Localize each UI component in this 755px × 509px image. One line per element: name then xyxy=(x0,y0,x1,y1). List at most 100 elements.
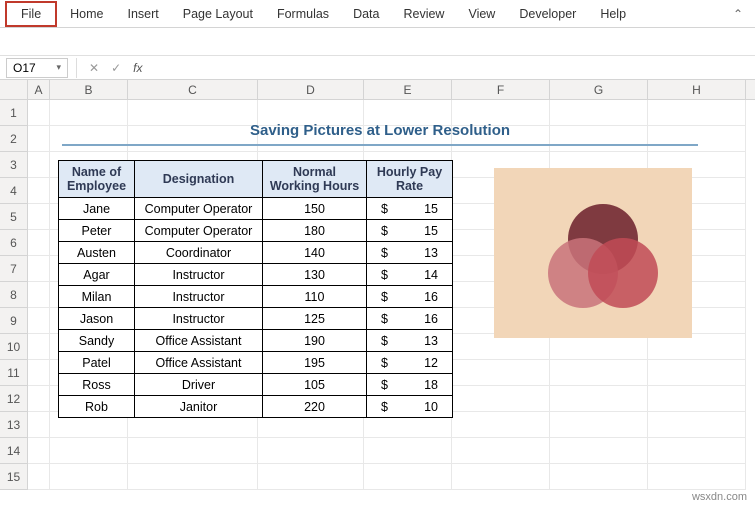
cell[interactable] xyxy=(648,386,746,412)
row-header[interactable]: 15 xyxy=(0,464,28,490)
cell-designation[interactable]: Driver xyxy=(135,374,263,396)
tab-review[interactable]: Review xyxy=(391,1,456,27)
cell[interactable] xyxy=(364,438,452,464)
cell-name[interactable]: Peter xyxy=(59,220,135,242)
cell[interactable] xyxy=(550,360,648,386)
header-name[interactable]: Name of Employee xyxy=(59,161,135,198)
cell[interactable] xyxy=(28,438,50,464)
tab-data[interactable]: Data xyxy=(341,1,391,27)
cell-name[interactable]: Sandy xyxy=(59,330,135,352)
tab-view[interactable]: View xyxy=(456,1,507,27)
cell-name[interactable]: Jason xyxy=(59,308,135,330)
row-header[interactable]: 12 xyxy=(0,386,28,412)
cell-name[interactable]: Patel xyxy=(59,352,135,374)
cell-name[interactable]: Jane xyxy=(59,198,135,220)
cell[interactable] xyxy=(258,438,364,464)
cell-hours[interactable]: 130 xyxy=(263,264,367,286)
cell[interactable] xyxy=(28,282,50,308)
cell[interactable] xyxy=(50,438,128,464)
cell[interactable] xyxy=(28,126,50,152)
cell[interactable] xyxy=(128,464,258,490)
cell-name[interactable]: Agar xyxy=(59,264,135,286)
cell-name[interactable]: Ross xyxy=(59,374,135,396)
header-rate[interactable]: Hourly Pay Rate xyxy=(367,161,453,198)
cell-rate[interactable]: $12 xyxy=(367,352,453,374)
cell[interactable] xyxy=(648,438,746,464)
cell[interactable] xyxy=(28,100,50,126)
cell[interactable] xyxy=(452,438,550,464)
header-designation[interactable]: Designation xyxy=(135,161,263,198)
fx-icon[interactable]: fx xyxy=(127,61,148,75)
tab-page-layout[interactable]: Page Layout xyxy=(171,1,265,27)
col-header-h[interactable]: H xyxy=(648,80,746,99)
cell-rate[interactable]: $10 xyxy=(367,396,453,418)
cell-rate[interactable]: $16 xyxy=(367,308,453,330)
cell-hours[interactable]: 110 xyxy=(263,286,367,308)
cell[interactable] xyxy=(28,256,50,282)
cell-name[interactable]: Rob xyxy=(59,396,135,418)
row-header[interactable]: 8 xyxy=(0,282,28,308)
tab-insert[interactable]: Insert xyxy=(116,1,171,27)
cell-hours[interactable]: 150 xyxy=(263,198,367,220)
cell[interactable] xyxy=(28,204,50,230)
cell-rate[interactable]: $15 xyxy=(367,220,453,242)
cell[interactable] xyxy=(50,464,128,490)
cell[interactable] xyxy=(452,464,550,490)
name-box-dropdown-icon[interactable]: ▾ xyxy=(56,62,61,73)
cell[interactable] xyxy=(550,412,648,438)
cell-hours[interactable]: 180 xyxy=(263,220,367,242)
formula-input[interactable] xyxy=(148,58,755,78)
cell-hours[interactable]: 190 xyxy=(263,330,367,352)
cell[interactable] xyxy=(28,412,50,438)
row-header[interactable]: 5 xyxy=(0,204,28,230)
cell[interactable] xyxy=(128,438,258,464)
cell[interactable] xyxy=(550,438,648,464)
cell-rate[interactable]: $13 xyxy=(367,330,453,352)
cell-designation[interactable]: Computer Operator xyxy=(135,198,263,220)
cell[interactable] xyxy=(452,412,550,438)
cell-designation[interactable]: Office Assistant xyxy=(135,330,263,352)
header-hours[interactable]: Normal Working Hours xyxy=(263,161,367,198)
cell-designation[interactable]: Instructor xyxy=(135,286,263,308)
cell-rate[interactable]: $16 xyxy=(367,286,453,308)
cell-name[interactable]: Milan xyxy=(59,286,135,308)
cell[interactable] xyxy=(28,386,50,412)
cell-name[interactable]: Austen xyxy=(59,242,135,264)
cell[interactable] xyxy=(28,464,50,490)
col-header-d[interactable]: D xyxy=(258,80,364,99)
cell[interactable] xyxy=(550,386,648,412)
cell[interactable] xyxy=(28,230,50,256)
col-header-c[interactable]: C xyxy=(128,80,258,99)
cell[interactable] xyxy=(28,152,50,178)
tab-home[interactable]: Home xyxy=(58,1,115,27)
col-header-a[interactable]: A xyxy=(28,80,50,99)
row-header[interactable]: 10 xyxy=(0,334,28,360)
cell-hours[interactable]: 105 xyxy=(263,374,367,396)
cell-designation[interactable]: Computer Operator xyxy=(135,220,263,242)
cell[interactable] xyxy=(550,464,648,490)
col-header-g[interactable]: G xyxy=(550,80,648,99)
cell[interactable] xyxy=(28,334,50,360)
row-header[interactable]: 7 xyxy=(0,256,28,282)
name-box[interactable]: O17 ▾ xyxy=(6,58,68,78)
cell[interactable] xyxy=(364,464,452,490)
cell-designation[interactable]: Coordinator xyxy=(135,242,263,264)
tab-developer[interactable]: Developer xyxy=(507,1,588,27)
cell-rate[interactable]: $15 xyxy=(367,198,453,220)
row-header[interactable]: 2 xyxy=(0,126,28,152)
cell-rate[interactable]: $18 xyxy=(367,374,453,396)
cell-designation[interactable]: Instructor xyxy=(135,308,263,330)
cell-hours[interactable]: 220 xyxy=(263,396,367,418)
tab-formulas[interactable]: Formulas xyxy=(265,1,341,27)
row-header[interactable]: 4 xyxy=(0,178,28,204)
cell-designation[interactable]: Janitor xyxy=(135,396,263,418)
row-header[interactable]: 9 xyxy=(0,308,28,334)
row-header[interactable]: 6 xyxy=(0,230,28,256)
cell[interactable] xyxy=(648,412,746,438)
row-header[interactable]: 3 xyxy=(0,152,28,178)
row-header[interactable]: 13 xyxy=(0,412,28,438)
cell[interactable] xyxy=(28,178,50,204)
ribbon-collapse-icon[interactable]: ⌃ xyxy=(725,7,751,21)
embedded-picture[interactable] xyxy=(494,168,692,338)
row-header[interactable]: 11 xyxy=(0,360,28,386)
